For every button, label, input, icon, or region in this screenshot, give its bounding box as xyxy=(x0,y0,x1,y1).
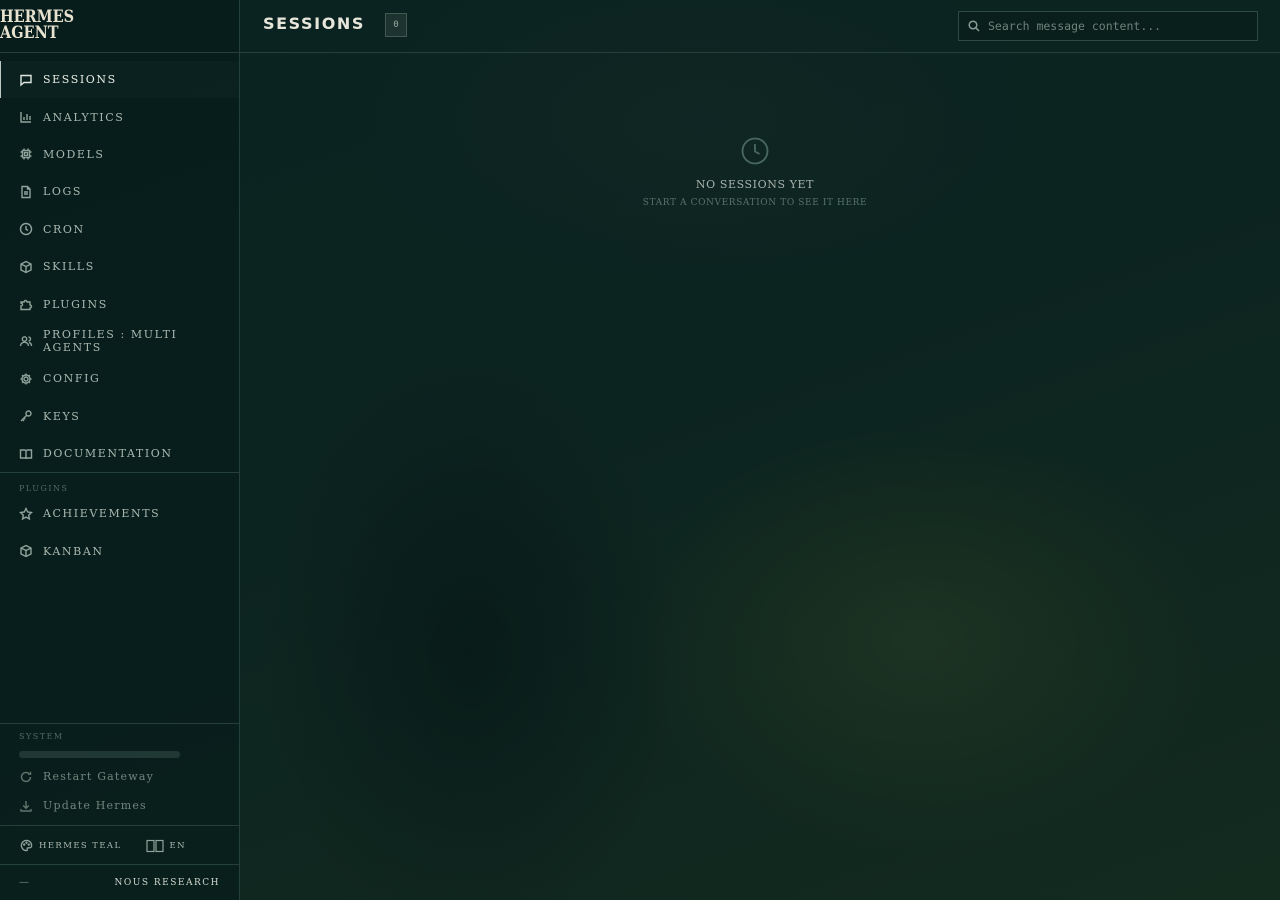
sidebar-item-label: SKILLS xyxy=(43,260,95,274)
sidebar-item-achievements[interactable]: ACHIEVEMENTS xyxy=(0,495,239,532)
nous-research-link[interactable]: NOUS RESEARCH xyxy=(115,878,220,888)
sidebar-item-models[interactable]: MODELS xyxy=(0,136,239,173)
sidebar-item-sessions[interactable]: SESSIONS xyxy=(0,61,239,99)
language-label: EN xyxy=(169,840,186,851)
sidebar-item-kanban[interactable]: KANBAN xyxy=(0,533,239,570)
brand-line-2: AGENT xyxy=(0,23,59,43)
restart-gateway-label: Restart Gateway xyxy=(43,770,155,783)
sidebar-item-label: MODELS xyxy=(43,147,105,161)
search-input[interactable] xyxy=(988,19,1248,33)
download-icon xyxy=(19,799,33,813)
brand-logo[interactable]: HERMES AGENT xyxy=(0,0,239,53)
sidebar-item-label: LOGS xyxy=(43,185,83,199)
box-icon xyxy=(19,544,33,558)
sidebar-item-label: KEYS xyxy=(43,409,81,423)
language-selector[interactable]: EN xyxy=(145,839,186,853)
star-icon xyxy=(19,506,33,521)
system-section-heading: SYSTEM xyxy=(19,732,64,741)
book-icon xyxy=(19,447,33,461)
clock-icon xyxy=(19,222,33,236)
language-flag-icon xyxy=(145,839,164,852)
empty-state-title: NO SESSIONS YET xyxy=(695,178,815,191)
plugins-section-heading: PLUGINS xyxy=(19,484,69,494)
sidebar-item-label: ANALYTICS xyxy=(43,110,125,124)
gear-icon xyxy=(19,372,33,386)
page-header: SESSIONS 0 xyxy=(240,0,1280,53)
system-panel: SYSTEM Restart Gateway Update Hermes xyxy=(0,723,239,820)
page-title: SESSIONS xyxy=(263,14,366,33)
sidebar-item-label: SESSIONS xyxy=(43,73,117,87)
empty-state-subtitle: START A CONVERSATION TO SEE IT HERE xyxy=(642,198,868,208)
bar-chart-icon xyxy=(19,110,33,124)
empty-state: NO SESSIONS YET START A CONVERSATION TO … xyxy=(240,136,1270,208)
sidebar-item-label: CRON xyxy=(43,222,85,236)
users-icon xyxy=(19,334,33,348)
sidebar-item-label: PLUGINS xyxy=(43,297,108,311)
update-hermes-label: Update Hermes xyxy=(43,799,147,812)
sidebar-item-documentation[interactable]: DOCUMENTATION xyxy=(0,435,239,472)
clock-icon xyxy=(740,136,770,166)
sidebar-item-label: PROFILES : MULTI AGENTS xyxy=(43,328,178,355)
sidebar-item-keys[interactable]: KEYS xyxy=(0,398,239,435)
search-icon xyxy=(968,20,980,32)
sidebar-footer-credit: — NOUS RESEARCH xyxy=(0,864,239,900)
sidebar-item-skills[interactable]: SKILLS xyxy=(0,248,239,285)
puzzle-icon xyxy=(19,297,33,311)
theme-label: HERMES TEAL xyxy=(39,840,122,851)
sidebar-item-config[interactable]: CONFIG xyxy=(0,360,239,397)
sidebar-item-profiles[interactable]: PROFILES : MULTI AGENTS xyxy=(0,323,239,360)
footer-dash: — xyxy=(19,877,29,888)
sidebar-footer-settings: HERMES TEAL EN xyxy=(0,825,239,865)
system-status-bar xyxy=(19,751,180,758)
sidebar-item-label: DOCUMENTATION xyxy=(43,447,173,461)
sidebar-item-label: ACHIEVEMENTS xyxy=(43,507,161,521)
sidebar-item-analytics[interactable]: ANALYTICS xyxy=(0,98,239,135)
sidebar-item-label: KANBAN xyxy=(43,544,104,558)
key-icon xyxy=(19,409,33,423)
theme-selector[interactable]: HERMES TEAL xyxy=(0,839,122,853)
main-nav: SESSIONS ANALYTICS MODELS LOGS CRON SKIL… xyxy=(0,53,239,472)
sidebar-item-label: CONFIG xyxy=(43,372,101,386)
sidebar: HERMES AGENT SESSIONS ANALYTICS MODELS L… xyxy=(0,0,240,900)
update-hermes-button[interactable]: Update Hermes xyxy=(0,791,239,820)
chat-icon xyxy=(19,73,33,87)
sidebar-item-cron[interactable]: CRON xyxy=(0,211,239,248)
box-icon xyxy=(19,260,33,274)
refresh-icon xyxy=(19,770,33,784)
sidebar-item-plugins[interactable]: PLUGINS xyxy=(0,285,239,322)
restart-gateway-button[interactable]: Restart Gateway xyxy=(0,762,239,791)
search-box[interactable] xyxy=(958,11,1258,41)
session-count-badge: 0 xyxy=(385,13,407,37)
document-icon xyxy=(19,185,33,199)
chip-icon xyxy=(19,147,33,161)
sidebar-item-logs[interactable]: LOGS xyxy=(0,173,239,210)
palette-icon xyxy=(19,839,33,853)
